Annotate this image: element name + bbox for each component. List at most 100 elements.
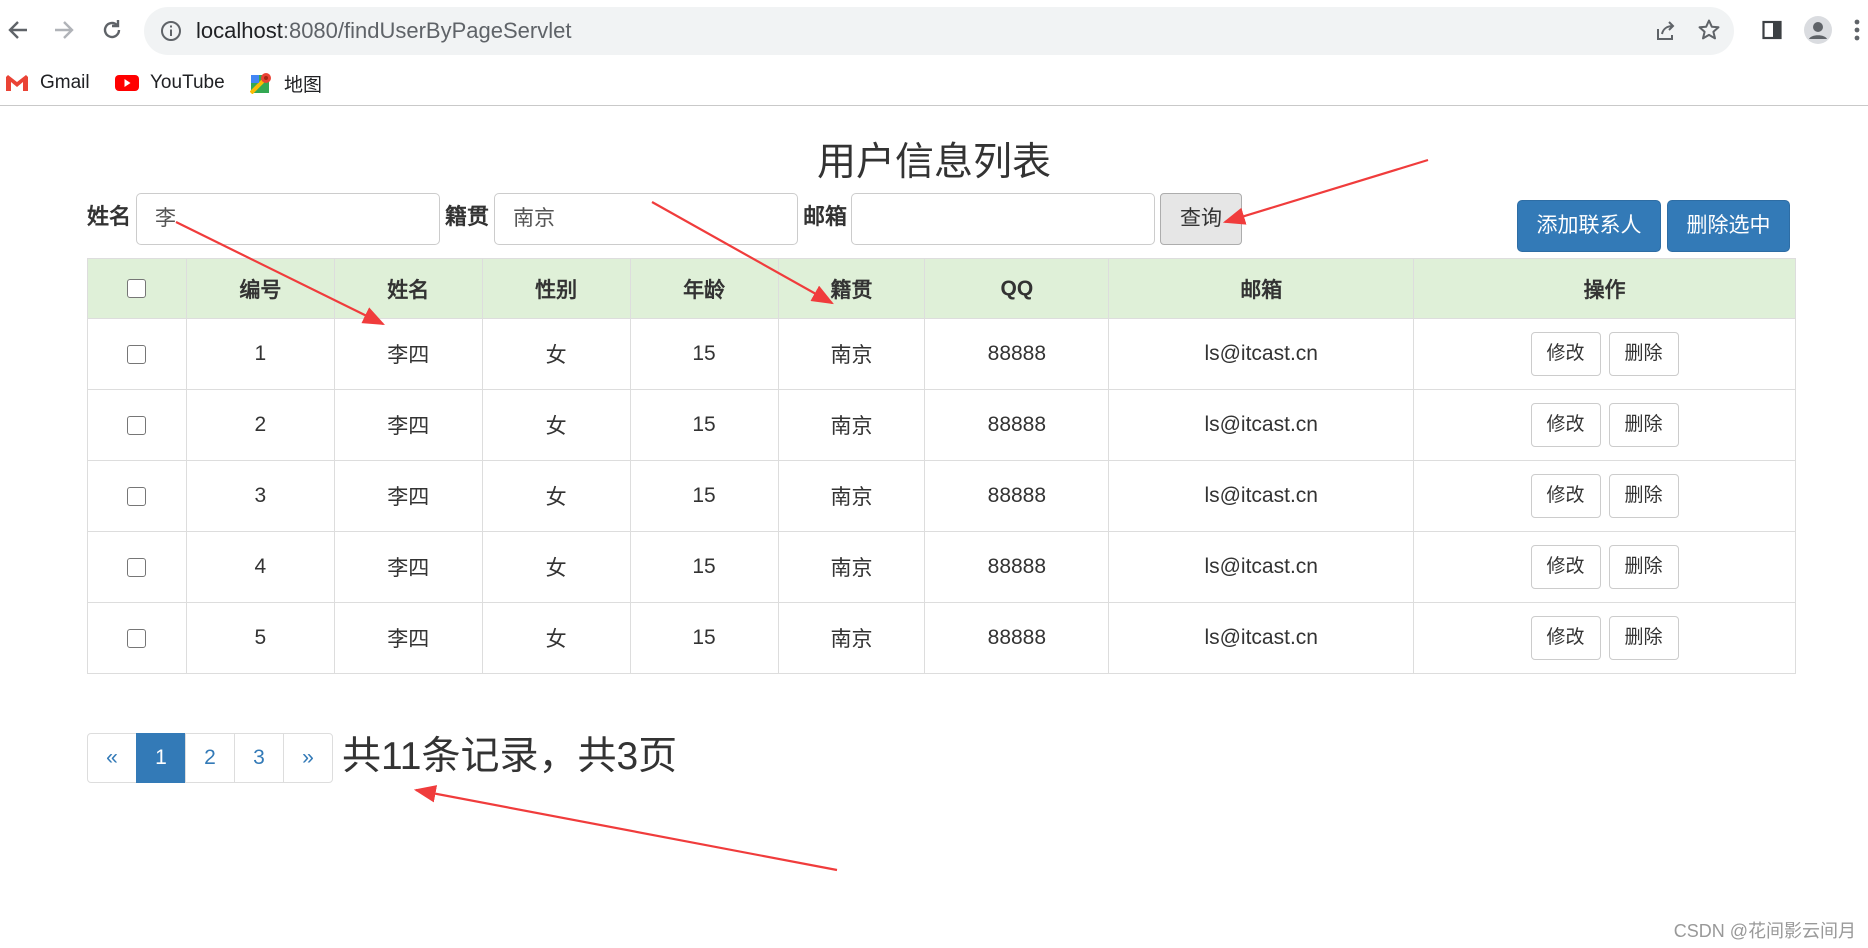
- cell-actions: 修改 删除: [1413, 531, 1796, 603]
- cell-address: 南京: [777, 531, 926, 603]
- delete-button[interactable]: 删除: [1608, 545, 1679, 589]
- address-label: 籍贯: [445, 204, 490, 229]
- cell-actions: 修改 删除: [1413, 460, 1796, 532]
- url-text[interactable]: localhost:8080/findUserByPageServlet: [196, 7, 571, 55]
- edit-button[interactable]: 修改: [1530, 545, 1601, 589]
- bookmark-youtube[interactable]: YouTube: [114, 68, 225, 98]
- table-row: 3 李四 女 15 南京 88888 ls@itcast.cn 修改 删除: [87, 460, 1796, 532]
- cell-actions: 修改 删除: [1413, 602, 1796, 674]
- select-all-cell: [87, 258, 187, 319]
- cell-gender: 女: [481, 531, 631, 603]
- select-all-checkbox[interactable]: [127, 279, 147, 299]
- table-row: 5 李四 女 15 南京 88888 ls@itcast.cn 修改 删除: [87, 602, 1796, 674]
- table-row: 4 李四 女 15 南京 88888 ls@itcast.cn 修改 删除: [87, 531, 1796, 603]
- cell-qq: 88888: [924, 460, 1110, 532]
- gmail-icon: [4, 72, 30, 94]
- reload-icon[interactable]: [94, 12, 130, 48]
- cell-age: 15: [629, 460, 779, 532]
- csdn-watermark: CSDN @花间影云间月: [1673, 921, 1856, 941]
- pagination-summary: 共11条记录，共3页: [342, 735, 678, 778]
- cell-id: 2: [185, 389, 335, 461]
- arrow-to-pagination-summary: [413, 785, 838, 872]
- cell-gender: 女: [481, 318, 631, 390]
- page-title: 用户信息列表: [816, 141, 1051, 184]
- cell-email: ls@itcast.cn: [1108, 318, 1415, 390]
- delete-button[interactable]: 删除: [1608, 474, 1679, 518]
- browser-toolbar: localhost:8080/findUserByPageServlet: [0, 0, 1868, 62]
- pagination-prev[interactable]: «: [87, 733, 137, 783]
- email-search-input[interactable]: [851, 193, 1155, 245]
- cell-email: ls@itcast.cn: [1108, 602, 1415, 674]
- address-bar[interactable]: localhost:8080/findUserByPageServlet: [144, 7, 1734, 55]
- bookmark-star-icon[interactable]: [1697, 18, 1721, 47]
- header-email: 邮箱: [1108, 258, 1415, 319]
- edit-button[interactable]: 修改: [1530, 403, 1601, 447]
- row-checkbox[interactable]: [127, 415, 147, 435]
- delete-selected-button[interactable]: 删除选中: [1667, 200, 1790, 252]
- cell-qq: 88888: [924, 318, 1110, 390]
- site-info-icon[interactable]: [160, 20, 182, 47]
- youtube-icon: [114, 72, 140, 94]
- cell-address: 南京: [777, 602, 926, 674]
- header-actions: 操作: [1413, 258, 1796, 319]
- share-icon[interactable]: [1654, 19, 1678, 48]
- cell-id: 3: [185, 460, 335, 532]
- bookmark-maps[interactable]: 地图: [248, 68, 322, 98]
- table-row: 2 李四 女 15 南京 88888 ls@itcast.cn 修改 删除: [87, 389, 1796, 461]
- profile-avatar-icon[interactable]: [1800, 12, 1836, 48]
- row-checkbox[interactable]: [127, 628, 147, 648]
- side-panel-icon[interactable]: [1754, 12, 1790, 48]
- table-row: 1 李四 女 15 南京 88888 ls@itcast.cn 修改 删除: [87, 318, 1796, 390]
- header-address: 籍贯: [777, 258, 926, 319]
- edit-button[interactable]: 修改: [1530, 616, 1601, 660]
- cell-gender: 女: [481, 389, 631, 461]
- cell-id: 4: [185, 531, 335, 603]
- pagination-page-1[interactable]: 1: [136, 733, 186, 783]
- pagination: « 1 2 3 »: [87, 733, 333, 783]
- email-label: 邮箱: [803, 204, 848, 229]
- delete-button[interactable]: 删除: [1608, 616, 1679, 660]
- back-arrow-icon[interactable]: [0, 12, 36, 48]
- cell-actions: 修改 删除: [1413, 389, 1796, 461]
- pagination-next[interactable]: »: [283, 733, 333, 783]
- user-table: 编号 姓名 性别 年龄 籍贯 QQ 邮箱 操作 1 李四 女 15 南京 888…: [87, 258, 1796, 674]
- cell-actions: 修改 删除: [1413, 318, 1796, 390]
- cell-email: ls@itcast.cn: [1108, 531, 1415, 603]
- pagination-page-2[interactable]: 2: [185, 733, 235, 783]
- cell-id: 5: [185, 602, 335, 674]
- name-search-input[interactable]: 李: [136, 193, 440, 245]
- cell-qq: 88888: [924, 389, 1110, 461]
- cell-age: 15: [629, 318, 779, 390]
- cell-address: 南京: [777, 460, 926, 532]
- cell-gender: 女: [481, 460, 631, 532]
- row-checkbox[interactable]: [127, 486, 147, 506]
- cell-age: 15: [629, 531, 779, 603]
- cell-name: 李四: [333, 389, 483, 461]
- delete-button[interactable]: 删除: [1608, 332, 1679, 376]
- row-checkbox[interactable]: [127, 557, 147, 577]
- cell-name: 李四: [333, 531, 483, 603]
- edit-button[interactable]: 修改: [1530, 474, 1601, 518]
- row-select-cell: [87, 460, 187, 532]
- cell-name: 李四: [333, 602, 483, 674]
- bookmarks-bar: Gmail YouTube 地图: [0, 62, 1868, 106]
- maps-icon: [248, 72, 274, 94]
- pagination-page-3[interactable]: 3: [234, 733, 284, 783]
- cell-gender: 女: [481, 602, 631, 674]
- header-gender: 性别: [481, 258, 631, 319]
- name-label: 姓名: [87, 204, 132, 229]
- forward-arrow-icon[interactable]: [46, 12, 82, 48]
- header-qq: QQ: [924, 258, 1110, 319]
- add-contact-button[interactable]: 添加联系人: [1517, 200, 1661, 252]
- delete-button[interactable]: 删除: [1608, 403, 1679, 447]
- row-select-cell: [87, 602, 187, 674]
- menu-dots-icon[interactable]: [1846, 12, 1868, 48]
- edit-button[interactable]: 修改: [1530, 332, 1601, 376]
- header-name: 姓名: [333, 258, 483, 319]
- address-search-input[interactable]: 南京: [494, 193, 798, 245]
- row-select-cell: [87, 318, 187, 390]
- query-button[interactable]: 查询: [1160, 193, 1242, 245]
- cell-email: ls@itcast.cn: [1108, 389, 1415, 461]
- bookmark-gmail[interactable]: Gmail: [4, 68, 90, 98]
- row-checkbox[interactable]: [127, 344, 147, 364]
